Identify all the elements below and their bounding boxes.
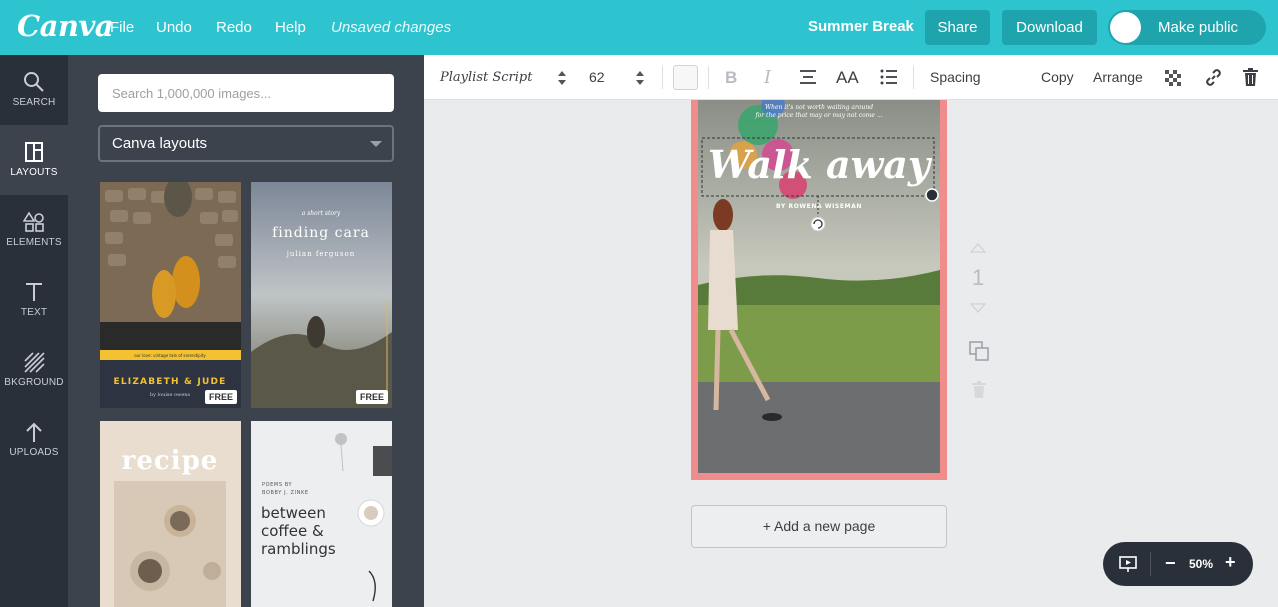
page-background-photo: When it's not worth waiting around for t…: [698, 100, 940, 473]
divider: [913, 66, 914, 89]
list-icon[interactable]: [880, 69, 898, 85]
share-button[interactable]: Share: [925, 10, 990, 45]
toggle-knob: [1110, 12, 1141, 43]
design-title[interactable]: Summer Break: [808, 18, 914, 35]
size-stepper-icon[interactable]: [636, 71, 644, 85]
spacing-button[interactable]: Spacing: [930, 55, 981, 100]
sidebar-item-layouts[interactable]: LAYOUTS: [0, 125, 68, 195]
undo-button[interactable]: Undo: [156, 19, 192, 36]
copy-button[interactable]: Copy: [1041, 55, 1074, 100]
trash-icon[interactable]: [1243, 68, 1258, 86]
resize-handle[interactable]: [925, 188, 939, 202]
layouts-panel: Canva layouts our love: vintage tale of …: [68, 55, 424, 607]
delete-page-icon[interactable]: [972, 381, 986, 398]
sidebar-item-label: SEARCH: [12, 97, 56, 108]
layout-thumbnail[interactable]: our love: vintage tale of serendipity EL…: [100, 182, 241, 408]
present-icon[interactable]: [1119, 555, 1137, 573]
divider: [662, 66, 663, 89]
layout-title: between: [261, 504, 326, 522]
add-page-button[interactable]: + Add a new page: [691, 505, 947, 548]
divider: [1150, 552, 1151, 576]
layout-kicker: POEMS BY: [262, 482, 293, 488]
font-size-input[interactable]: 62: [589, 55, 605, 100]
layout-preview-image: POEMS BY BOBBY J. ZINKE between coffee &…: [251, 421, 392, 607]
layout-preview-image: our love: vintage tale of serendipity EL…: [100, 182, 241, 408]
download-button[interactable]: Download: [1002, 10, 1097, 45]
elements-icon: [23, 211, 44, 232]
bold-icon[interactable]: B: [725, 55, 737, 100]
font-select-arrows-icon[interactable]: [558, 71, 566, 85]
sidebar-rail: SEARCH LAYOUTS ELEMENTS TEXT BKGROUND UP…: [0, 55, 68, 607]
layout-title: coffee &: [261, 522, 324, 540]
layout-category-select[interactable]: Canva layouts: [98, 125, 394, 162]
text-color-swatch[interactable]: [673, 65, 698, 90]
sidebar-item-uploads[interactable]: UPLOADS: [0, 405, 68, 475]
sidebar-item-label: ELEMENTS: [6, 237, 62, 248]
sidebar-item-search[interactable]: SEARCH: [0, 55, 68, 125]
font-family-select[interactable]: Playlist Script: [440, 55, 532, 100]
layout-thumbnail[interactable]: POEMS BY BOBBY J. ZINKE between coffee &…: [251, 421, 392, 607]
uppercase-icon[interactable]: AA: [836, 55, 859, 100]
link-icon[interactable]: [1204, 68, 1223, 87]
sidebar-item-background[interactable]: BKGROUND: [0, 335, 68, 405]
page-tagline[interactable]: When it's not worth waiting around: [765, 104, 873, 111]
top-bar: Canva File Undo Redo Help Unsaved change…: [0, 0, 1278, 55]
background-icon: [24, 352, 45, 373]
layout-thumbnail[interactable]: recipe: [100, 421, 241, 607]
page-title[interactable]: Walk away: [708, 142, 933, 187]
free-badge: FREE: [204, 390, 237, 404]
canva-logo[interactable]: Canva: [17, 9, 114, 43]
page-number: 1: [972, 265, 985, 290]
layout-title: ELIZABETH & JUDE: [114, 377, 227, 387]
layout-byline: julian ferguson: [286, 250, 355, 258]
transparency-icon[interactable]: [1165, 70, 1181, 86]
uploads-icon: [26, 422, 42, 442]
zoom-in-button[interactable]: +: [1225, 552, 1236, 573]
zoom-out-button[interactable]: −: [1165, 553, 1176, 574]
help-menu[interactable]: Help: [275, 19, 306, 36]
layout-kicker: a short story: [302, 210, 341, 217]
sidebar-item-label: UPLOADS: [9, 447, 59, 458]
text-toolbar: Playlist Script 62 B I AA Spacing Copy A…: [424, 55, 1278, 100]
layout-caption: our love: vintage tale of serendipity: [134, 353, 206, 358]
search-input[interactable]: [98, 74, 394, 112]
design-page[interactable]: When it's not worth waiting around for t…: [691, 100, 947, 480]
sidebar-item-text[interactable]: TEXT: [0, 265, 68, 335]
save-status: Unsaved changes: [331, 19, 452, 36]
layout-preview-image: a short story finding cara julian fergus…: [251, 182, 392, 408]
layout-byline: by louise owens: [150, 392, 191, 398]
layout-thumbnail[interactable]: a short story finding cara julian fergus…: [251, 182, 392, 408]
free-badge: FREE: [355, 390, 388, 404]
chevron-down-icon: [370, 141, 382, 147]
select-value: Canva layouts: [112, 135, 208, 152]
layout-title: recipe: [122, 446, 219, 476]
divider: [708, 66, 709, 89]
move-page-up-icon[interactable]: [970, 243, 986, 253]
zoom-level: 50%: [1189, 557, 1214, 571]
italic-icon[interactable]: I: [764, 55, 771, 100]
align-center-icon[interactable]: [799, 69, 817, 85]
arrange-button[interactable]: Arrange: [1093, 55, 1143, 100]
text-icon: [26, 283, 42, 301]
redo-button[interactable]: Redo: [216, 19, 252, 36]
duplicate-page-icon[interactable]: [969, 341, 989, 361]
layout-title: ramblings: [261, 540, 336, 558]
make-public-toggle[interactable]: Make public: [1108, 10, 1266, 45]
rotate-handle-icon[interactable]: [810, 216, 826, 232]
zoom-control: − 50% +: [1103, 542, 1253, 586]
sidebar-item-label: LAYOUTS: [10, 167, 58, 178]
make-public-label: Make public: [1158, 19, 1239, 36]
file-menu[interactable]: File: [110, 19, 134, 36]
layout-kicker: BOBBY J. ZINKE: [262, 490, 309, 496]
page-tagline[interactable]: for the price that may or may not come .…: [754, 112, 882, 119]
layouts-icon: [25, 142, 43, 162]
layout-preview-image: recipe: [100, 421, 241, 607]
search-icon: [24, 72, 44, 92]
move-page-down-icon[interactable]: [970, 303, 986, 313]
sidebar-item-elements[interactable]: ELEMENTS: [0, 195, 68, 265]
sidebar-item-label: BKGROUND: [4, 377, 64, 388]
layout-title: finding cara: [272, 225, 370, 241]
sidebar-item-label: TEXT: [20, 307, 48, 318]
page-byline[interactable]: BY ROWENA WISEMAN: [776, 203, 862, 210]
